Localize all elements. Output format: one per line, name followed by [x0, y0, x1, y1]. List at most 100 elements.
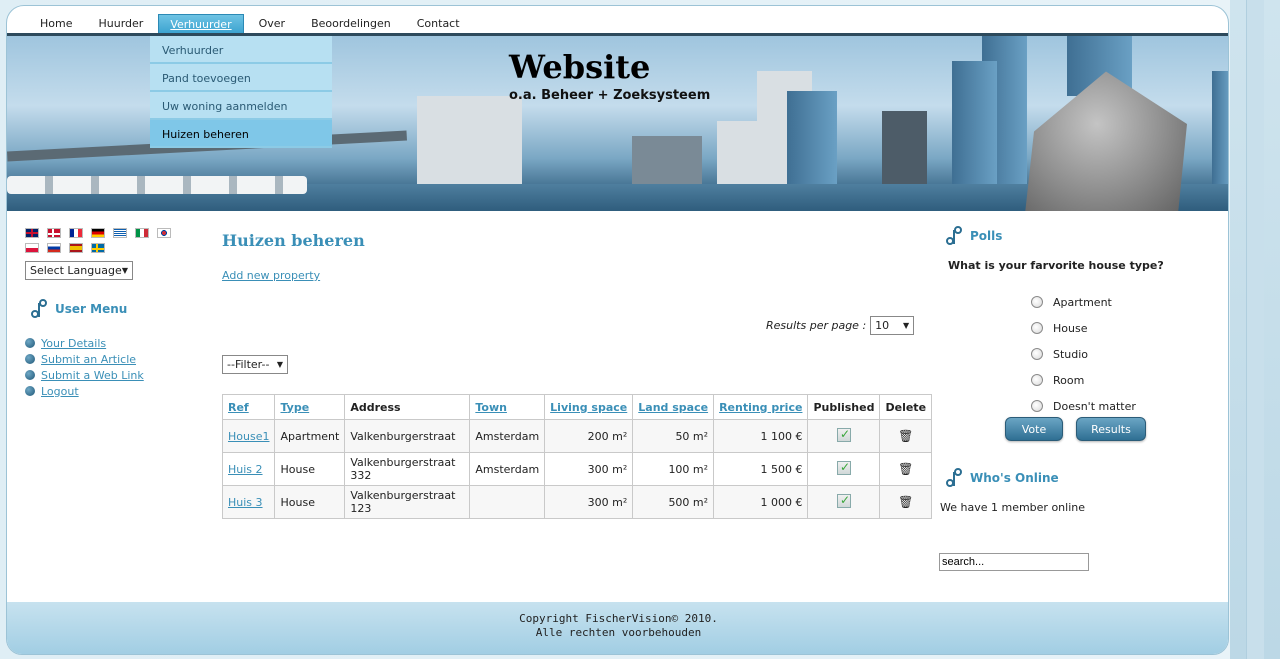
- poll-radio-apartment[interactable]: [1031, 296, 1043, 308]
- results-button[interactable]: Results: [1076, 417, 1146, 441]
- poll-radio-room[interactable]: [1031, 374, 1043, 386]
- col-type-link[interactable]: Type: [280, 401, 309, 414]
- col-ref[interactable]: Ref: [221, 394, 276, 420]
- dropdown-item-pand-toevoegen[interactable]: Pand toevoegen: [150, 64, 332, 92]
- vote-button[interactable]: Vote: [1005, 417, 1063, 441]
- top-nav: Home Huurder Verhuurder Over Beoordeling…: [29, 14, 475, 34]
- korean-flag-icon[interactable]: [157, 228, 171, 238]
- poll-option: Studio: [1031, 341, 1136, 367]
- house-illustration: [1025, 71, 1187, 211]
- nav-verhuurder[interactable]: Verhuurder: [158, 14, 244, 34]
- search-input[interactable]: [939, 553, 1089, 571]
- col-renting-price[interactable]: Renting price: [713, 394, 809, 420]
- danish-flag-icon[interactable]: [47, 228, 61, 238]
- filter-select[interactable]: --Filter-- ▼: [222, 355, 288, 374]
- table-row: House1 Apartment Valkenburgerstraat Amst…: [221, 419, 933, 453]
- cell-town: Amsterdam: [469, 452, 546, 486]
- user-menu: Your Details Submit an Article Submit a …: [25, 335, 144, 399]
- table-row: Huis 3 House Valkenburgerstraat 123 300 …: [221, 485, 933, 519]
- page-container: Home Huurder Verhuurder Over Beoordeling…: [6, 5, 1229, 655]
- user-menu-item: Submit a Web Link: [25, 367, 144, 383]
- ref-link[interactable]: Huis 2: [228, 463, 263, 476]
- submit-article-link[interactable]: Submit an Article: [41, 353, 136, 366]
- cell-ref: Huis 3: [221, 485, 276, 519]
- col-address: Address: [344, 394, 471, 420]
- dropdown-item-huizen-beheren[interactable]: Huizen beheren: [150, 120, 332, 148]
- col-town-link[interactable]: Town: [475, 401, 507, 414]
- cell-living-space: 300 m²: [544, 485, 634, 519]
- poll-option-label: House: [1053, 321, 1088, 335]
- nav-huurder[interactable]: Huurder: [87, 14, 154, 34]
- user-menu-item: Your Details: [25, 335, 144, 351]
- site-subtitle: o.a. Beheer + Zoeksysteem: [509, 88, 711, 103]
- nav-contact[interactable]: Contact: [406, 14, 471, 34]
- italian-flag-icon[interactable]: [135, 228, 149, 238]
- col-land-space[interactable]: Land space: [632, 394, 715, 420]
- cell-address: Valkenburgerstraat 332: [344, 452, 471, 486]
- german-flag-icon[interactable]: [91, 228, 105, 238]
- cell-ref: Huis 2: [221, 452, 276, 486]
- cell-land-space: 500 m²: [632, 485, 715, 519]
- col-renting-price-link[interactable]: Renting price: [719, 401, 802, 414]
- nav-home[interactable]: Home: [29, 14, 83, 34]
- published-check-icon[interactable]: [836, 493, 851, 508]
- language-flags: [25, 228, 175, 253]
- music-note-icon: [29, 298, 49, 320]
- building: [632, 136, 702, 184]
- building: [717, 121, 762, 184]
- cell-delete: 🗑: [879, 452, 933, 486]
- nav-over[interactable]: Over: [248, 14, 296, 34]
- music-note-icon: [944, 467, 964, 489]
- col-ref-link[interactable]: Ref: [228, 401, 249, 414]
- footer: Copyright FischerVision© 2010. Alle rech…: [7, 602, 1228, 654]
- boats: [7, 176, 307, 194]
- cell-living-space: 200 m²: [544, 419, 634, 453]
- nav-beoordelingen[interactable]: Beoordelingen: [300, 14, 402, 34]
- col-land-space-link[interactable]: Land space: [638, 401, 708, 414]
- music-note-icon: [944, 225, 964, 247]
- building-csx: [417, 96, 522, 184]
- table-row: Huis 2 House Valkenburgerstraat 332 Amst…: [221, 452, 933, 486]
- poll-radio-studio[interactable]: [1031, 348, 1043, 360]
- col-town[interactable]: Town: [469, 394, 546, 420]
- your-details-link[interactable]: Your Details: [41, 337, 106, 350]
- poll-radio-house[interactable]: [1031, 322, 1043, 334]
- english-flag-icon[interactable]: [25, 228, 39, 238]
- poll-option: House: [1031, 315, 1136, 341]
- results-per-page-select[interactable]: 10 ▼: [870, 316, 915, 335]
- trash-icon[interactable]: 🗑: [898, 429, 913, 443]
- col-delete: Delete: [879, 394, 933, 420]
- greek-flag-icon[interactable]: [113, 228, 127, 238]
- col-living-space[interactable]: Living space: [544, 394, 634, 420]
- published-check-icon[interactable]: [836, 427, 851, 442]
- dropdown-item-uw-woning-aanmelden[interactable]: Uw woning aanmelden: [150, 92, 332, 120]
- spanish-flag-icon[interactable]: [69, 243, 83, 253]
- cell-address: Valkenburgerstraat: [344, 419, 471, 453]
- col-living-space-link[interactable]: Living space: [550, 401, 627, 414]
- poll-option-label: Room: [1053, 373, 1085, 387]
- logout-link[interactable]: Logout: [41, 385, 79, 398]
- submit-web-link-link[interactable]: Submit a Web Link: [41, 369, 144, 382]
- col-published: Published: [807, 394, 881, 420]
- ref-link[interactable]: Huis 3: [228, 496, 263, 509]
- col-type[interactable]: Type: [274, 394, 346, 420]
- dropdown-item-verhuurder[interactable]: Verhuurder: [150, 36, 332, 64]
- add-new-property-link[interactable]: Add new property: [222, 269, 320, 282]
- whos-online-title-text: Who's Online: [970, 471, 1059, 485]
- ref-link[interactable]: House1: [228, 430, 269, 443]
- trash-icon[interactable]: 🗑: [898, 462, 913, 476]
- bullet-icon: [25, 370, 35, 380]
- scrollbar-track[interactable]: [1246, 0, 1264, 659]
- published-check-icon[interactable]: [836, 460, 851, 475]
- french-flag-icon[interactable]: [69, 228, 83, 238]
- window-edge: [1230, 0, 1280, 659]
- polls-title: Polls: [944, 225, 1002, 247]
- bullet-icon: [25, 338, 35, 348]
- trash-icon[interactable]: 🗑: [898, 495, 913, 509]
- swedish-flag-icon[interactable]: [91, 243, 105, 253]
- cell-renting-price: 1 500 €: [713, 452, 809, 486]
- language-select[interactable]: Select Language ▼: [25, 261, 133, 280]
- polish-flag-icon[interactable]: [25, 243, 39, 253]
- poll-radio-doesnt-matter[interactable]: [1031, 400, 1043, 412]
- russian-flag-icon[interactable]: [47, 243, 61, 253]
